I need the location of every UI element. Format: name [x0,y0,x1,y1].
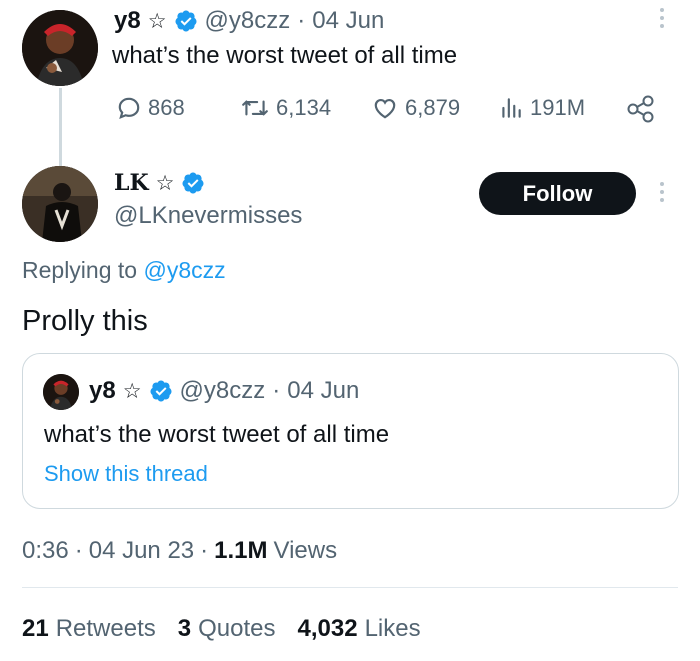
quoted-avatar[interactable] [43,374,79,410]
quotes-label: Quotes [198,615,276,642]
parent-more-icon[interactable] [657,8,667,32]
quoted-author-handle: @y8czz [179,377,266,404]
replying-to-prefix: Replying to [22,257,138,283]
retweet-count-button[interactable]: 6,134 [240,95,331,121]
separator-dot: · [200,537,209,564]
star-icon: ☆ [155,171,175,195]
tweet-views-count: 1.1M [214,537,268,564]
tweet-views-label: Views [273,537,338,564]
replying-to-handle-link[interactable]: @y8czz [143,257,225,283]
likes-stat-link[interactable]: 4,032 Likes [298,615,421,643]
reply-count: 868 [148,95,185,120]
reply-tweet-text: Prolly this [22,305,148,337]
star-icon: ☆ [147,9,167,33]
separator-dot: · [272,377,281,404]
thread-connector-line [59,88,62,168]
quoted-tweet-text: what’s the worst tweet of all time [44,421,390,448]
likes-count: 4,032 [297,615,358,642]
views-count-button[interactable]: 191M [498,95,585,121]
quoted-author-name: y8 [89,377,116,404]
reply-avatar[interactable] [22,166,98,242]
tweet-meta-line: 0:36 · 04 Jun 23 · 1.1M Views [22,537,337,565]
parent-avatar[interactable] [22,10,98,86]
retweet-count: 6,134 [276,95,332,120]
follow-button[interactable]: Follow [479,172,636,215]
parent-author-handle[interactable]: @y8czz [205,7,291,35]
parent-tweet-header: y8 ☆ @y8czz · 04 Jun [114,6,384,36]
tweet-time[interactable]: 0:36 [22,537,69,565]
retweets-stat-link[interactable]: 21 Retweets [22,615,156,643]
quotes-stat-link[interactable]: 3 Quotes [178,615,276,643]
tweet-date[interactable]: 04 Jun 23 [89,537,194,565]
parent-author-name[interactable]: y8 [114,7,141,35]
reply-icon [118,97,140,120]
like-count: 6,879 [405,95,461,120]
reply-count-button[interactable]: 868 [116,95,185,121]
reply-more-icon[interactable] [657,182,667,206]
views-chart-icon [502,98,521,118]
quoted-tweet-date: 04 Jun [287,377,360,404]
reply-tweet-header: LK ☆ [114,168,205,198]
quoted-tweet-card[interactable]: y8 ☆ @y8czz · 04 Jun what’s the worst tw… [22,353,679,509]
verified-badge-icon [175,10,197,32]
parent-tweet-text: what’s the worst tweet of all time [112,42,458,69]
retweets-count: 21 [22,615,49,642]
separator-dot: · [74,537,83,564]
engagement-bar: 21 Retweets 3 Quotes 4,032 Likes [22,615,421,643]
divider [22,587,678,588]
verified-badge-icon [182,172,204,194]
parent-tweet-date[interactable]: 04 Jun [312,7,384,35]
share-icon[interactable] [626,95,656,128]
like-count-button[interactable]: 6,879 [371,95,460,121]
reply-author-name[interactable]: LK [114,170,149,196]
show-thread-link[interactable]: Show this thread [44,461,208,487]
replying-to-line: Replying to @y8czz [22,257,226,284]
star-icon: ☆ [122,379,142,403]
views-count: 191M [530,95,586,120]
separator-dot: · [297,7,306,34]
verified-badge-icon [150,380,172,402]
quotes-count: 3 [177,615,192,642]
heart-icon [374,99,396,119]
quoted-tweet-header: y8 ☆ @y8czz · 04 Jun [89,376,359,406]
retweet-icon [242,100,268,116]
retweets-label: Retweets [55,615,156,642]
reply-author-handle[interactable]: @LKnevermisses [114,202,302,230]
likes-label: Likes [364,615,421,642]
